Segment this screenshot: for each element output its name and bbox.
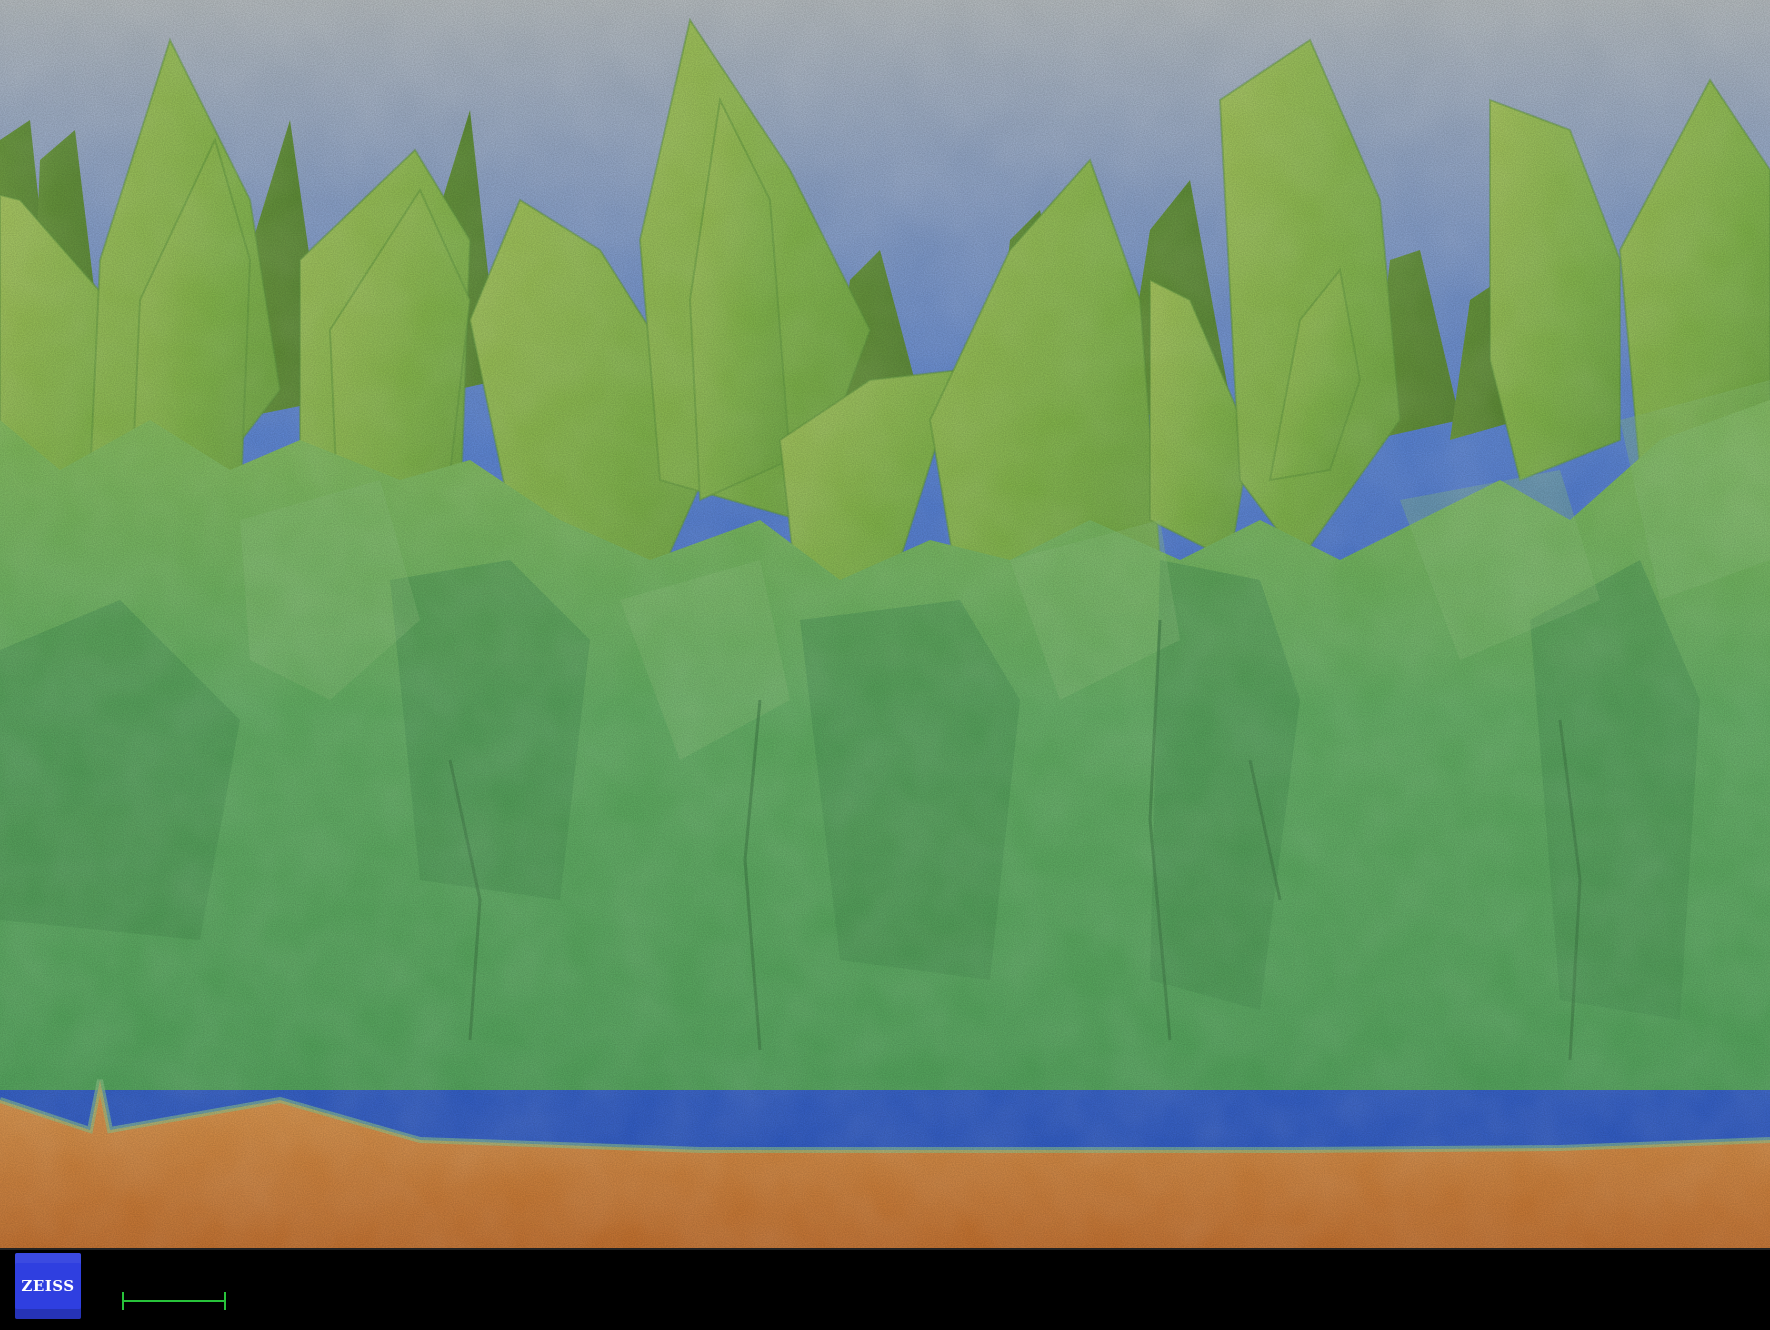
acquisition-date: Date: 28 Jun 2023 [1526, 1257, 1657, 1274]
signal-detector: Signal A = InLens [1178, 1262, 1303, 1279]
sem-info-bar [0, 1248, 1770, 1330]
scale-bar [122, 1292, 226, 1310]
acquisition-time: Time: 15:03:37 [1526, 1293, 1633, 1310]
working-distance: WD = 7.5 mm [619, 1257, 718, 1274]
eht-voltage: EHT = 2.00 kV [897, 1262, 1002, 1279]
scale-label: 300 nm* [122, 1265, 182, 1282]
zeiss-logo: ZEISS [15, 1253, 81, 1319]
field-width: Width = 5.152 µm [1174, 1300, 1301, 1317]
zeiss-logo-text: ZEISS [21, 1277, 75, 1295]
sem-micrograph-graphic [0, 0, 1770, 1248]
magnification: Mag = 22.19 K X [619, 1293, 739, 1310]
probe-current: I Probe = 200 pA [889, 1300, 1010, 1317]
sem-micrograph [0, 0, 1770, 1248]
